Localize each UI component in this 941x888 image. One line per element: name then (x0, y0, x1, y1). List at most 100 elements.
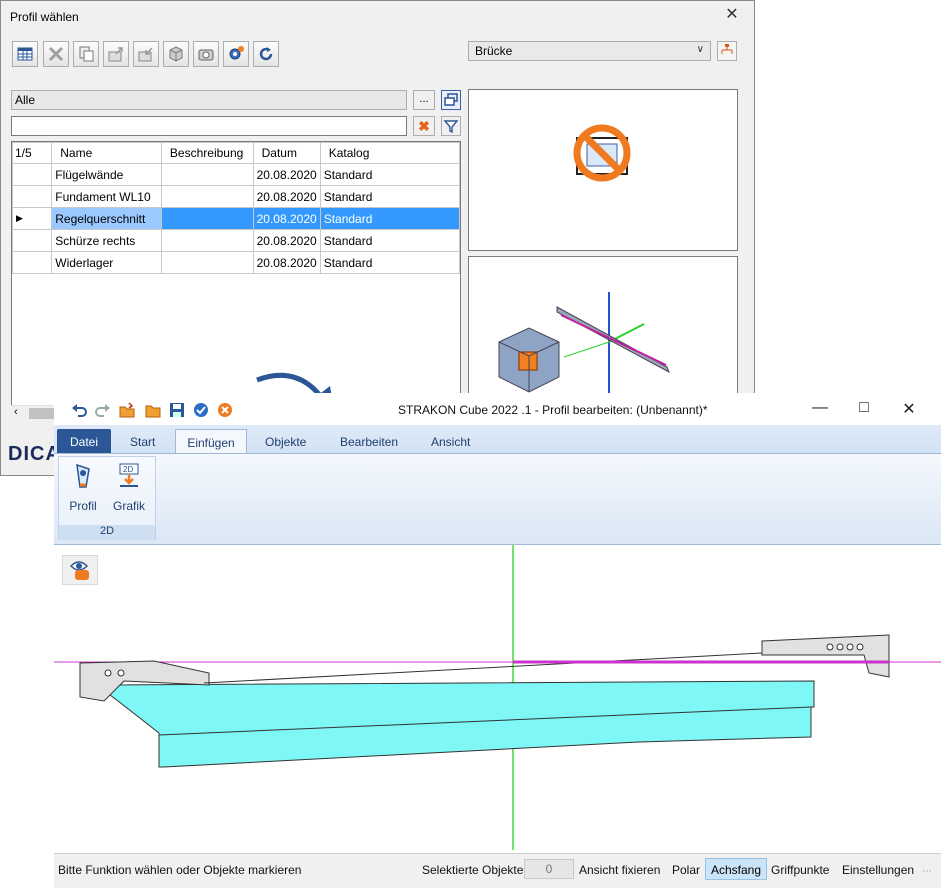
table-row[interactable]: Schürze rechts 20.08.2020 Standard (12, 229, 460, 252)
import-button[interactable] (133, 41, 159, 67)
copy-button[interactable] (73, 41, 99, 67)
table-row[interactable]: Fundament WL10 20.08.2020 Standard (12, 185, 460, 208)
cell-date: 20.08.2020 (252, 251, 321, 274)
save-icon[interactable] (168, 401, 186, 419)
cell-catalog: Standard (319, 185, 460, 208)
main-window: STRAKON Cube 2022 .1 - Profil bearbeiten… (54, 393, 941, 888)
selected-objects-count: 0 (524, 859, 574, 879)
maximize-icon[interactable]: □ (849, 399, 879, 419)
cube-button[interactable] (163, 41, 189, 67)
tree-icon (721, 44, 733, 54)
dialog-title: Profil wählen (10, 10, 79, 24)
settings-button[interactable] (223, 41, 249, 67)
redo-icon[interactable] (94, 401, 112, 419)
column-header-description[interactable]: Beschreibung (160, 142, 254, 164)
cell-catalog: Standard (319, 251, 460, 274)
column-header-catalog[interactable]: Katalog (319, 142, 460, 164)
minimize-icon[interactable]: — (805, 399, 835, 419)
link-button[interactable] (441, 90, 461, 110)
status-message: Bitte Funktion wählen oder Objekte marki… (58, 863, 302, 877)
cell-name: Fundament WL10 (51, 185, 162, 208)
profile-icon (76, 463, 90, 488)
cell-catalog: Standard (319, 229, 460, 252)
cell-description (160, 185, 254, 208)
tab-objekte[interactable]: Objekte (253, 429, 318, 453)
filter-button[interactable] (441, 116, 461, 136)
row-indicator (12, 229, 53, 252)
ribbon-group-2d: Profil 2D Grafik 2D (58, 456, 156, 540)
bridge-section-body (109, 680, 815, 768)
resize-grip-icon[interactable]: ⋯ (922, 866, 932, 877)
status-polar[interactable]: Polar (672, 863, 700, 877)
category-select[interactable]: Brücke ∨ (468, 41, 711, 61)
copy-icon (79, 46, 94, 62)
tab-ansicht[interactable]: Ansicht (419, 429, 482, 453)
export-button[interactable] (103, 41, 129, 67)
column-header-date[interactable]: Datum (252, 142, 321, 164)
table-row[interactable]: Widerlager 20.08.2020 Standard (12, 251, 460, 274)
tab-bearbeiten[interactable]: Bearbeiten (328, 429, 410, 453)
insert-graphic-button[interactable]: 2D Grafik (109, 461, 149, 513)
camera-button[interactable] (193, 41, 219, 67)
scroll-left-icon[interactable]: ‹ (14, 406, 18, 418)
cell-catalog: Standard (319, 163, 460, 186)
cell-description (160, 229, 254, 252)
chevron-down-icon: ∨ (696, 44, 704, 55)
gear-icon (229, 46, 244, 60)
tab-datei[interactable]: Datei (57, 429, 111, 453)
column-header-name[interactable]: Name (51, 142, 162, 164)
status-settings[interactable]: Einstellungen (842, 863, 914, 877)
folder-icon[interactable] (144, 401, 162, 419)
link-icon (444, 93, 458, 106)
search-input[interactable] (11, 116, 407, 136)
selected-objects-label: Selektierte Objekte (422, 863, 524, 877)
cell-catalog: Standard (319, 207, 460, 230)
thumbnail-preview (468, 89, 738, 251)
browse-button[interactable]: ... (413, 90, 435, 110)
open-folder-icon[interactable] (118, 401, 136, 419)
ribbon-tab-bar: Datei Start Einfügen Objekte Bearbeiten … (54, 425, 941, 453)
table-row[interactable]: Flügelwände 20.08.2020 Standard (12, 163, 460, 186)
cell-name: Widerlager (51, 251, 162, 274)
table-icon (17, 47, 33, 61)
catalog-path-field[interactable]: Alle (11, 90, 407, 110)
graphic-badge: 2D (123, 465, 133, 474)
clear-filter-icon[interactable]: ✖ (413, 116, 435, 136)
table-row-selected[interactable]: ▶ Regelquerschnitt 20.08.2020 Standard (12, 207, 460, 230)
profile-drawing[interactable] (54, 545, 941, 850)
cell-date: 20.08.2020 (252, 207, 321, 230)
visibility-button[interactable] (62, 555, 98, 585)
insert-profile-button[interactable]: Profil (63, 461, 103, 513)
cell-name: Flügelwände (51, 163, 162, 186)
view-cube-icon (498, 327, 560, 393)
close-icon[interactable]: ✕ (723, 7, 741, 25)
status-fix-view[interactable]: Ansicht fixieren (579, 863, 660, 877)
right-cap (761, 634, 890, 678)
tree-button[interactable] (717, 41, 737, 61)
undo-icon[interactable] (70, 401, 88, 419)
tab-einfuegen[interactable]: Einfügen (175, 429, 247, 453)
row-indicator (12, 185, 53, 208)
table-view-button[interactable] (12, 41, 38, 67)
cell-name: Regelquerschnitt (51, 207, 162, 230)
delete-button[interactable] (43, 41, 69, 67)
cell-description (160, 163, 254, 186)
cell-date: 20.08.2020 (252, 163, 321, 186)
close-icon[interactable]: ✕ (894, 399, 924, 419)
cancel-icon[interactable] (216, 401, 234, 419)
drawing-canvas[interactable] (54, 545, 941, 850)
refresh-button[interactable] (253, 41, 279, 67)
row-indicator (12, 251, 53, 274)
status-grip-points[interactable]: Griffpunkte (771, 863, 829, 877)
ribbon-panel: Profil 2D Grafik 2D (54, 453, 941, 545)
status-axis-snap[interactable]: Achsfang (705, 858, 768, 880)
graphic-2d-icon: 2D (119, 463, 139, 487)
confirm-icon[interactable] (192, 401, 210, 419)
window-title: STRAKON Cube 2022 .1 - Profil bearbeiten… (398, 403, 708, 417)
no-preview-icon (573, 124, 631, 182)
eye-icon (69, 561, 89, 580)
table-header-row: 1/5 Name Beschreibung Datum Katalog (12, 142, 460, 164)
cube-icon (169, 46, 183, 62)
tab-start[interactable]: Start (118, 429, 167, 453)
profile-label: Profil (69, 499, 97, 513)
